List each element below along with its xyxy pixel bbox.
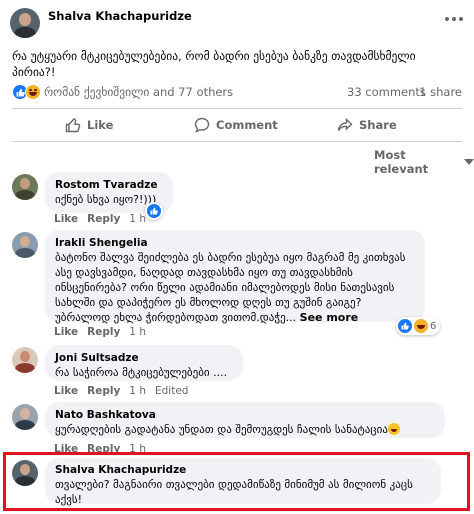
- commenter-avatar[interactable]: [12, 404, 38, 430]
- comments-count[interactable]: 33 comments: [347, 85, 426, 99]
- comment-reply-link[interactable]: Reply: [87, 326, 120, 338]
- comment-author[interactable]: Nato Bashkatova: [55, 408, 435, 422]
- comment-reactions[interactable]: [145, 202, 163, 220]
- like-button-label: Like: [87, 118, 114, 132]
- comment-time[interactable]: 1 h: [129, 213, 146, 225]
- comment-text: ყურადღების გადატანა უნდათ და შემოუგდეს ჩ…: [55, 422, 435, 437]
- comment-actions: Like Reply 1 h: [54, 213, 146, 225]
- comment: Joni Sultsadze რა საჭიროა მტკიცებულებები…: [12, 345, 462, 397]
- comment-author[interactable]: Joni Sultsadze: [55, 351, 233, 365]
- post-header: Shalva Khachapuridze: [10, 6, 466, 42]
- comment-time[interactable]: 1 h: [129, 385, 146, 397]
- see-more-link[interactable]: See more: [300, 311, 359, 324]
- comment-text-body: ყურადღების გადატანა უნდათ და შემოუგდეს ჩ…: [55, 423, 388, 436]
- comment-button-label: Comment: [216, 118, 278, 132]
- share-button-label: Share: [359, 118, 397, 132]
- comment-like-link[interactable]: Like: [54, 385, 78, 397]
- commenter-avatar[interactable]: [12, 347, 38, 373]
- commenter-avatar[interactable]: [12, 174, 38, 200]
- comment-author[interactable]: Irakli Shengelia: [55, 236, 415, 250]
- divider: [12, 108, 462, 109]
- comment-text: რა საჭიროა მტკიცებულებები ....: [55, 366, 228, 379]
- share-icon: [337, 117, 353, 131]
- comment-reply-link[interactable]: Reply: [87, 213, 120, 225]
- post-actions: Like Comment Share: [12, 112, 462, 138]
- like-reaction-icon: [147, 204, 161, 218]
- comment-reactions[interactable]: 6: [396, 317, 441, 335]
- comment-actions: Like Reply 1 h: [54, 326, 146, 338]
- comment-like-link[interactable]: Like: [54, 326, 78, 338]
- commenter-avatar[interactable]: [12, 232, 38, 258]
- comment-reaction-count: 6: [430, 320, 437, 332]
- shares-count[interactable]: 1 share: [419, 85, 462, 99]
- like-reaction-icon: [398, 319, 412, 333]
- comment: Rostom Tvaradze იქნებ სხვა იყო?!))) Like…: [12, 172, 462, 226]
- more-options-icon[interactable]: [442, 10, 466, 28]
- reactions-summary: რომან ქევხიშვილი and 77 others 33 commen…: [12, 84, 462, 102]
- share-button[interactable]: Share: [337, 112, 397, 138]
- comment-reply-link[interactable]: Reply: [87, 385, 120, 397]
- comment-button[interactable]: Comment: [194, 112, 278, 138]
- divider: [12, 141, 462, 142]
- like-button[interactable]: Like: [65, 112, 113, 138]
- comment-edited-label[interactable]: Edited: [155, 385, 188, 397]
- comment-like-link[interactable]: Like: [54, 213, 78, 225]
- reaction-icons[interactable]: [12, 84, 46, 100]
- comment: Irakli Shengelia ბატონო შალვა შეიძლება ე…: [12, 230, 462, 340]
- comment-author[interactable]: Rostom Tvaradze: [55, 178, 163, 192]
- comment-text: ბატონო შალვა შეიძლება ეს ბადრი ესებუა იყ…: [55, 250, 415, 325]
- comment-bubble: Joni Sultsadze რა საჭიროა მტკიცებულებები…: [45, 345, 243, 381]
- highlight-frame: [3, 452, 470, 511]
- laughing-emoji-icon: [387, 423, 400, 435]
- haha-reaction-icon: [414, 319, 428, 333]
- haha-reaction-icon: [25, 84, 41, 100]
- chevron-down-icon: [464, 159, 474, 165]
- comment-time[interactable]: 1 h: [129, 326, 146, 338]
- comment-icon: [194, 117, 210, 133]
- comment-bubble: Nato Bashkatova ყურადღების გადატანა უნდა…: [45, 402, 445, 438]
- reaction-names[interactable]: რომან ქევხიშვილი and 77 others: [44, 85, 233, 99]
- comment-actions: Like Reply 1 h Edited: [54, 385, 188, 397]
- post-text: რა უტყუარი მტკიცებულებებია, რომ ბადრი ეს…: [12, 49, 416, 79]
- comment-bubble: Irakli Shengelia ბატონო შალვა შეიძლება ე…: [45, 230, 425, 325]
- thumbs-up-icon: [65, 118, 81, 133]
- post-author-avatar[interactable]: [10, 8, 40, 38]
- comment: Nato Bashkatova ყურადღების გადატანა უნდა…: [12, 402, 462, 455]
- post-author-name[interactable]: Shalva Khachapuridze: [48, 9, 192, 23]
